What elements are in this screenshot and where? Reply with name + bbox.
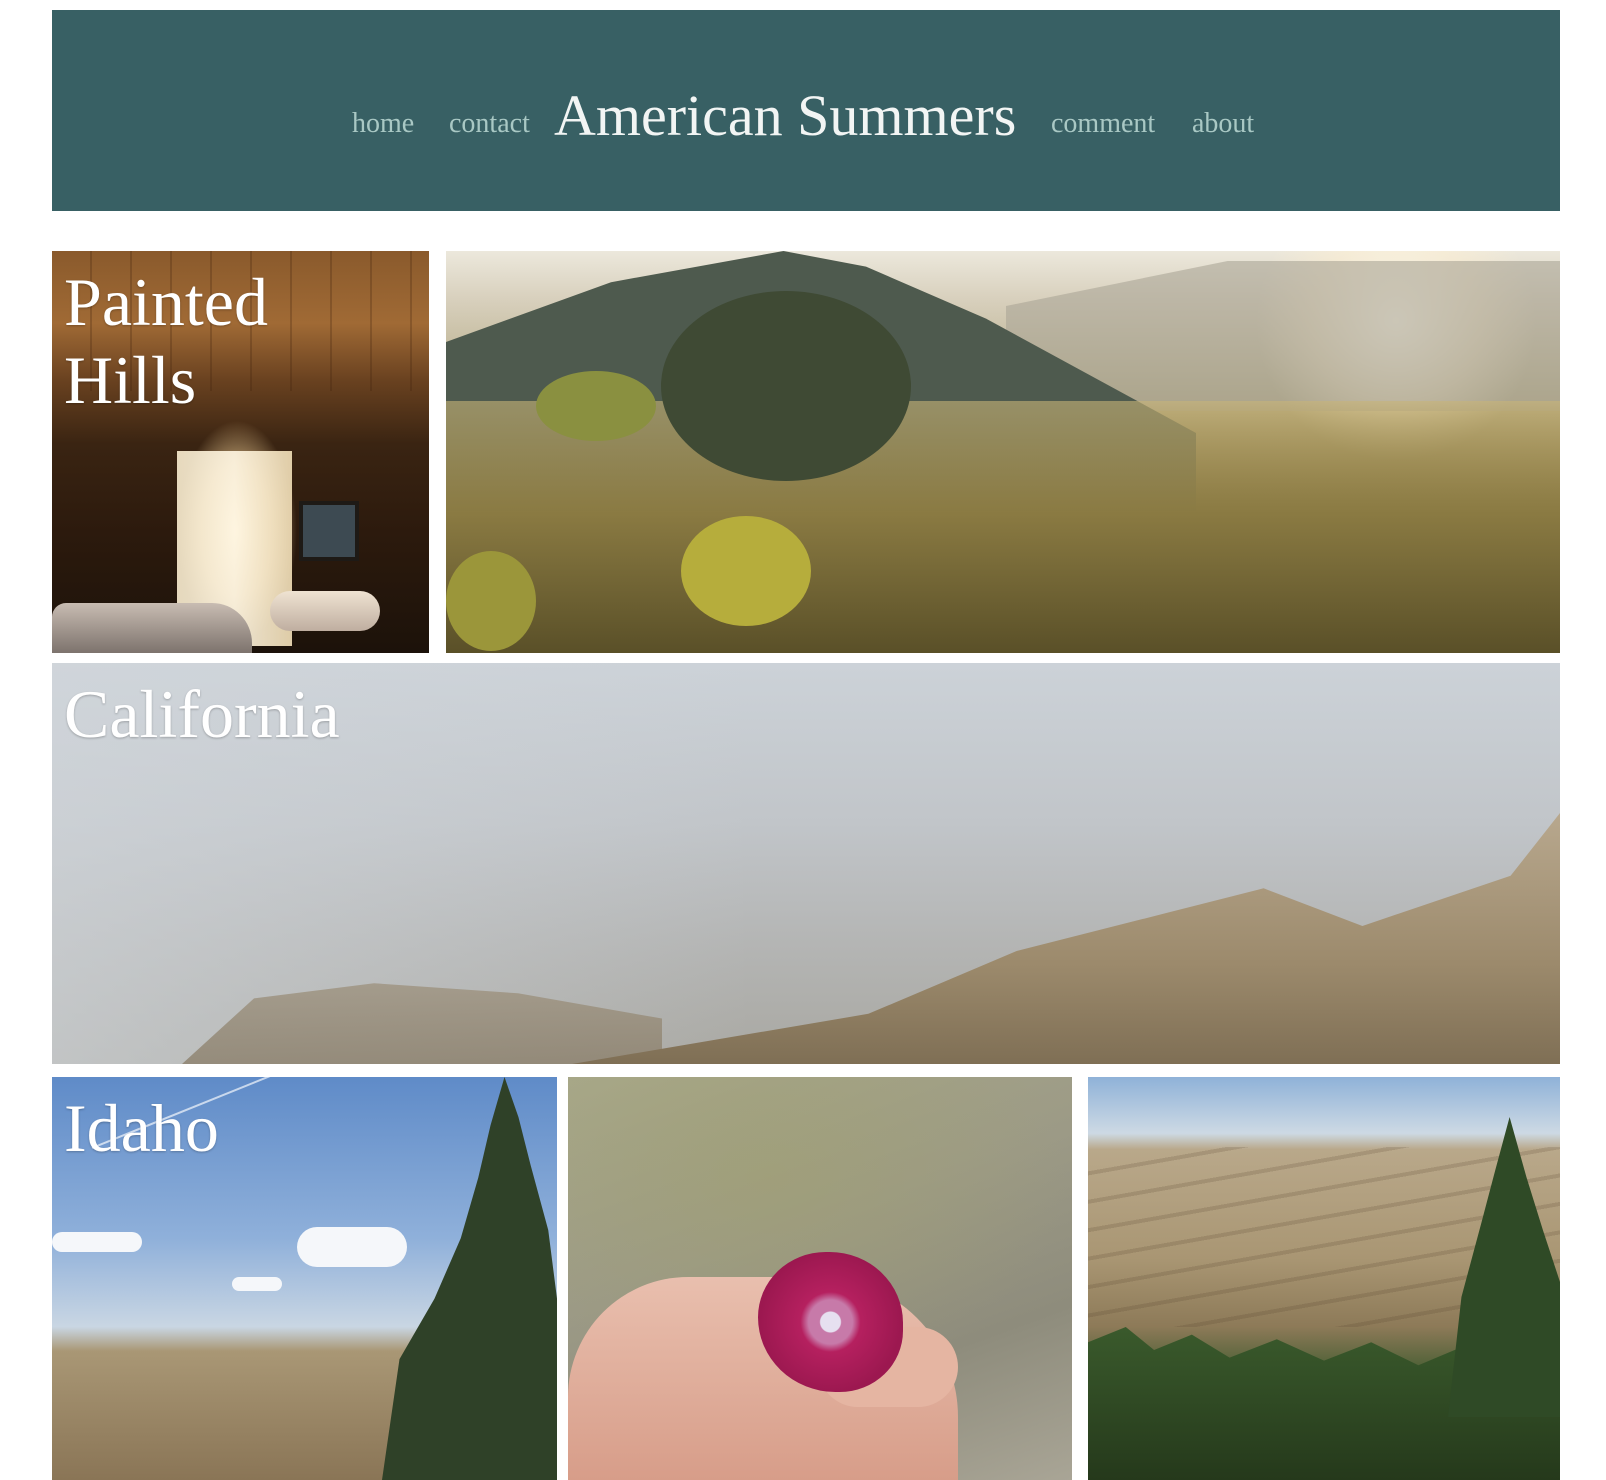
canyon-forest-photo[interactable] — [1088, 1077, 1560, 1480]
california-fog-photo[interactable]: California — [52, 663, 1560, 1064]
site-title: American Summers — [554, 83, 1017, 148]
painted-hills-cabin-photo[interactable]: Painted Hills — [52, 251, 429, 653]
idaho-label: Idaho — [64, 1090, 219, 1166]
pillow — [270, 591, 380, 631]
green-shrub — [536, 371, 656, 441]
california-label: California — [64, 676, 340, 752]
site-header: home contact American Summers comment ab… — [52, 10, 1560, 211]
cloud — [52, 1232, 142, 1252]
idaho-sky-tree-photo[interactable]: Idaho — [52, 1077, 557, 1480]
cloud — [297, 1227, 407, 1267]
cloud — [232, 1277, 282, 1291]
fir-tree — [382, 1077, 557, 1480]
nav-contact-link[interactable]: contact — [449, 108, 530, 140]
yellow-shrub — [446, 551, 536, 651]
main-nav: home contact American Summers comment ab… — [52, 80, 1560, 150]
yellow-shrub — [681, 516, 811, 626]
pink-flower-in-hand-photo[interactable] — [568, 1077, 1072, 1480]
bed — [52, 603, 252, 653]
painted-hills-label: Painted Hills — [64, 264, 268, 418]
nav-about-link[interactable]: about — [1192, 108, 1254, 140]
nav-home-link[interactable]: home — [352, 108, 414, 140]
wall-picture — [299, 501, 359, 561]
sagebrush — [661, 291, 911, 481]
nav-comment-link[interactable]: comment — [1051, 108, 1155, 140]
sagebrush-hills-photo[interactable] — [446, 251, 1560, 653]
